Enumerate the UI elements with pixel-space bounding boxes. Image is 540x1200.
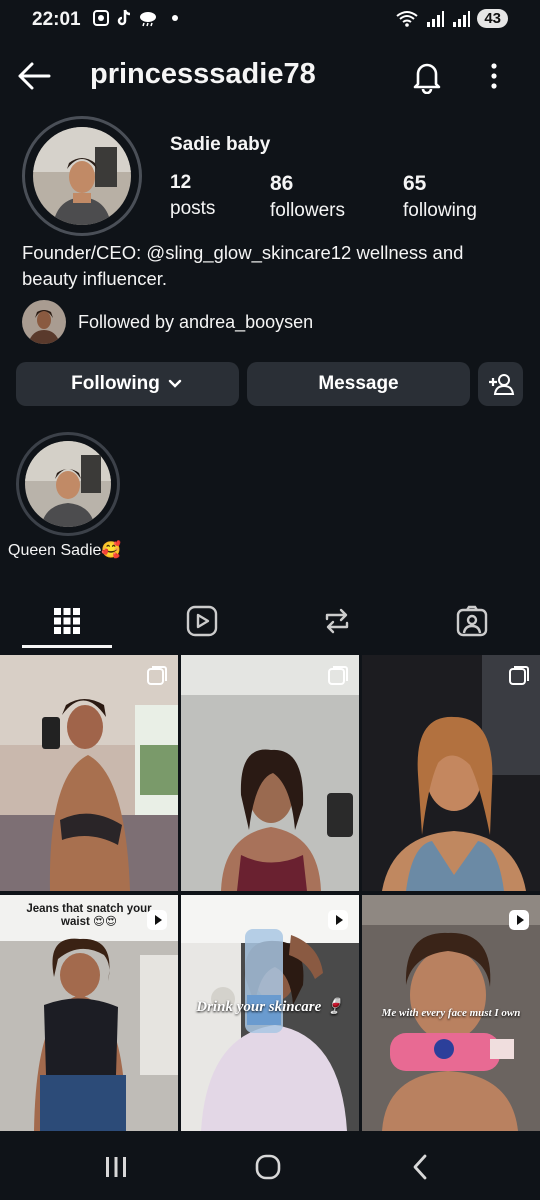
post-thumbnail[interactable]: Jeans that snatch your waist 😍😍 xyxy=(0,895,178,1131)
home-button[interactable] xyxy=(248,1150,288,1184)
followed-by-row[interactable]: Followed by andrea_booysen xyxy=(22,300,313,344)
following-count: 65 xyxy=(403,172,427,195)
carousel-icon xyxy=(509,666,529,685)
carousel-icon xyxy=(328,666,348,685)
add-person-icon xyxy=(488,374,514,395)
reel-icon xyxy=(147,910,167,930)
bell-icon xyxy=(413,63,441,95)
notification-dot xyxy=(172,15,178,21)
profile-username: princesssadie78 xyxy=(90,58,316,90)
highlight-thumbnail xyxy=(25,441,111,527)
reposts-icon xyxy=(325,608,349,634)
avatar-photo xyxy=(33,127,131,225)
profile-avatar[interactable] xyxy=(22,116,142,236)
tab-reels[interactable] xyxy=(168,596,236,646)
tab-tagged[interactable] xyxy=(438,596,506,646)
home-icon xyxy=(255,1154,281,1180)
followed-by-text: Followed by andrea_booysen xyxy=(78,311,314,332)
followers-label: followers xyxy=(270,200,345,221)
recent-apps-icon xyxy=(106,1157,126,1177)
following-button[interactable]: Following xyxy=(16,362,239,406)
bio-line: beauty influencer. xyxy=(22,268,168,289)
active-tab-indicator xyxy=(22,645,112,648)
posts-count: 12 xyxy=(170,172,192,193)
tab-posts-grid[interactable] xyxy=(33,596,101,646)
battery-indicator: 43 xyxy=(477,9,508,28)
story-highlight[interactable] xyxy=(16,432,120,536)
tiktok-icon xyxy=(117,9,131,26)
profile-header: princesssadie78 xyxy=(0,48,540,104)
back-arrow-icon xyxy=(18,62,51,90)
post-thumbnail[interactable] xyxy=(362,655,540,891)
notifications-button[interactable] xyxy=(410,58,444,95)
signal-icon xyxy=(427,10,445,27)
post-thumbnail[interactable]: Me with every face must I own xyxy=(362,895,540,1131)
following-label: following xyxy=(403,200,477,221)
post-thumbnail[interactable]: Drink your skincare 🍷 xyxy=(181,895,359,1131)
wifi-icon xyxy=(396,10,418,27)
status-time: 22:01 xyxy=(32,9,81,30)
posts-label: posts xyxy=(170,198,216,219)
following-button-label: Following xyxy=(71,373,160,394)
profile-bio: Founder/CEO: @sling_glow_skincare12 well… xyxy=(22,240,522,292)
follower-avatar xyxy=(22,300,66,344)
post-thumbnail[interactable] xyxy=(0,655,178,891)
followers-stat[interactable]: 86 followers xyxy=(270,172,345,222)
status-bar: 22:01 43 xyxy=(0,0,540,40)
chevron-down-icon xyxy=(168,379,182,388)
followers-count: 86 xyxy=(270,172,294,195)
system-nav-bar xyxy=(0,1134,540,1200)
profile-tabs xyxy=(0,596,540,652)
carousel-icon xyxy=(147,666,167,685)
message-button-label: Message xyxy=(318,373,399,394)
post-thumbnail[interactable] xyxy=(181,655,359,891)
chevron-left-icon xyxy=(413,1154,427,1180)
bio-line: Founder/CEO: @sling_glow_skincare12 well… xyxy=(22,242,464,263)
posts-grid: Jeans that snatch your waist 😍😍 Drink yo… xyxy=(0,655,540,1133)
grid-icon xyxy=(54,608,80,634)
display-name: Sadie baby xyxy=(170,134,271,155)
system-back-button[interactable] xyxy=(400,1150,440,1184)
more-options-button[interactable] xyxy=(480,60,508,92)
tab-reposts[interactable] xyxy=(303,596,371,646)
recent-apps-button[interactable] xyxy=(96,1150,136,1184)
signal-icon xyxy=(453,10,471,27)
reels-icon xyxy=(186,605,218,637)
reel-icon xyxy=(509,910,529,930)
screenshot-icon xyxy=(93,10,109,26)
weather-icon xyxy=(140,12,156,27)
posts-stat: 12 posts xyxy=(170,172,215,220)
message-button[interactable]: Message xyxy=(247,362,470,406)
back-button[interactable] xyxy=(16,60,52,92)
post-caption-overlay: Drink your skincare 🍷 xyxy=(196,999,344,1015)
reel-icon xyxy=(328,910,348,930)
highlight-label: Queen Sadie🥰 xyxy=(8,542,122,559)
tagged-icon xyxy=(456,605,488,637)
following-stat[interactable]: 65 following xyxy=(403,172,477,222)
post-caption-overlay: Me with every face must I own xyxy=(381,1007,521,1019)
suggest-users-button[interactable] xyxy=(478,362,523,406)
more-vertical-icon xyxy=(491,63,497,89)
